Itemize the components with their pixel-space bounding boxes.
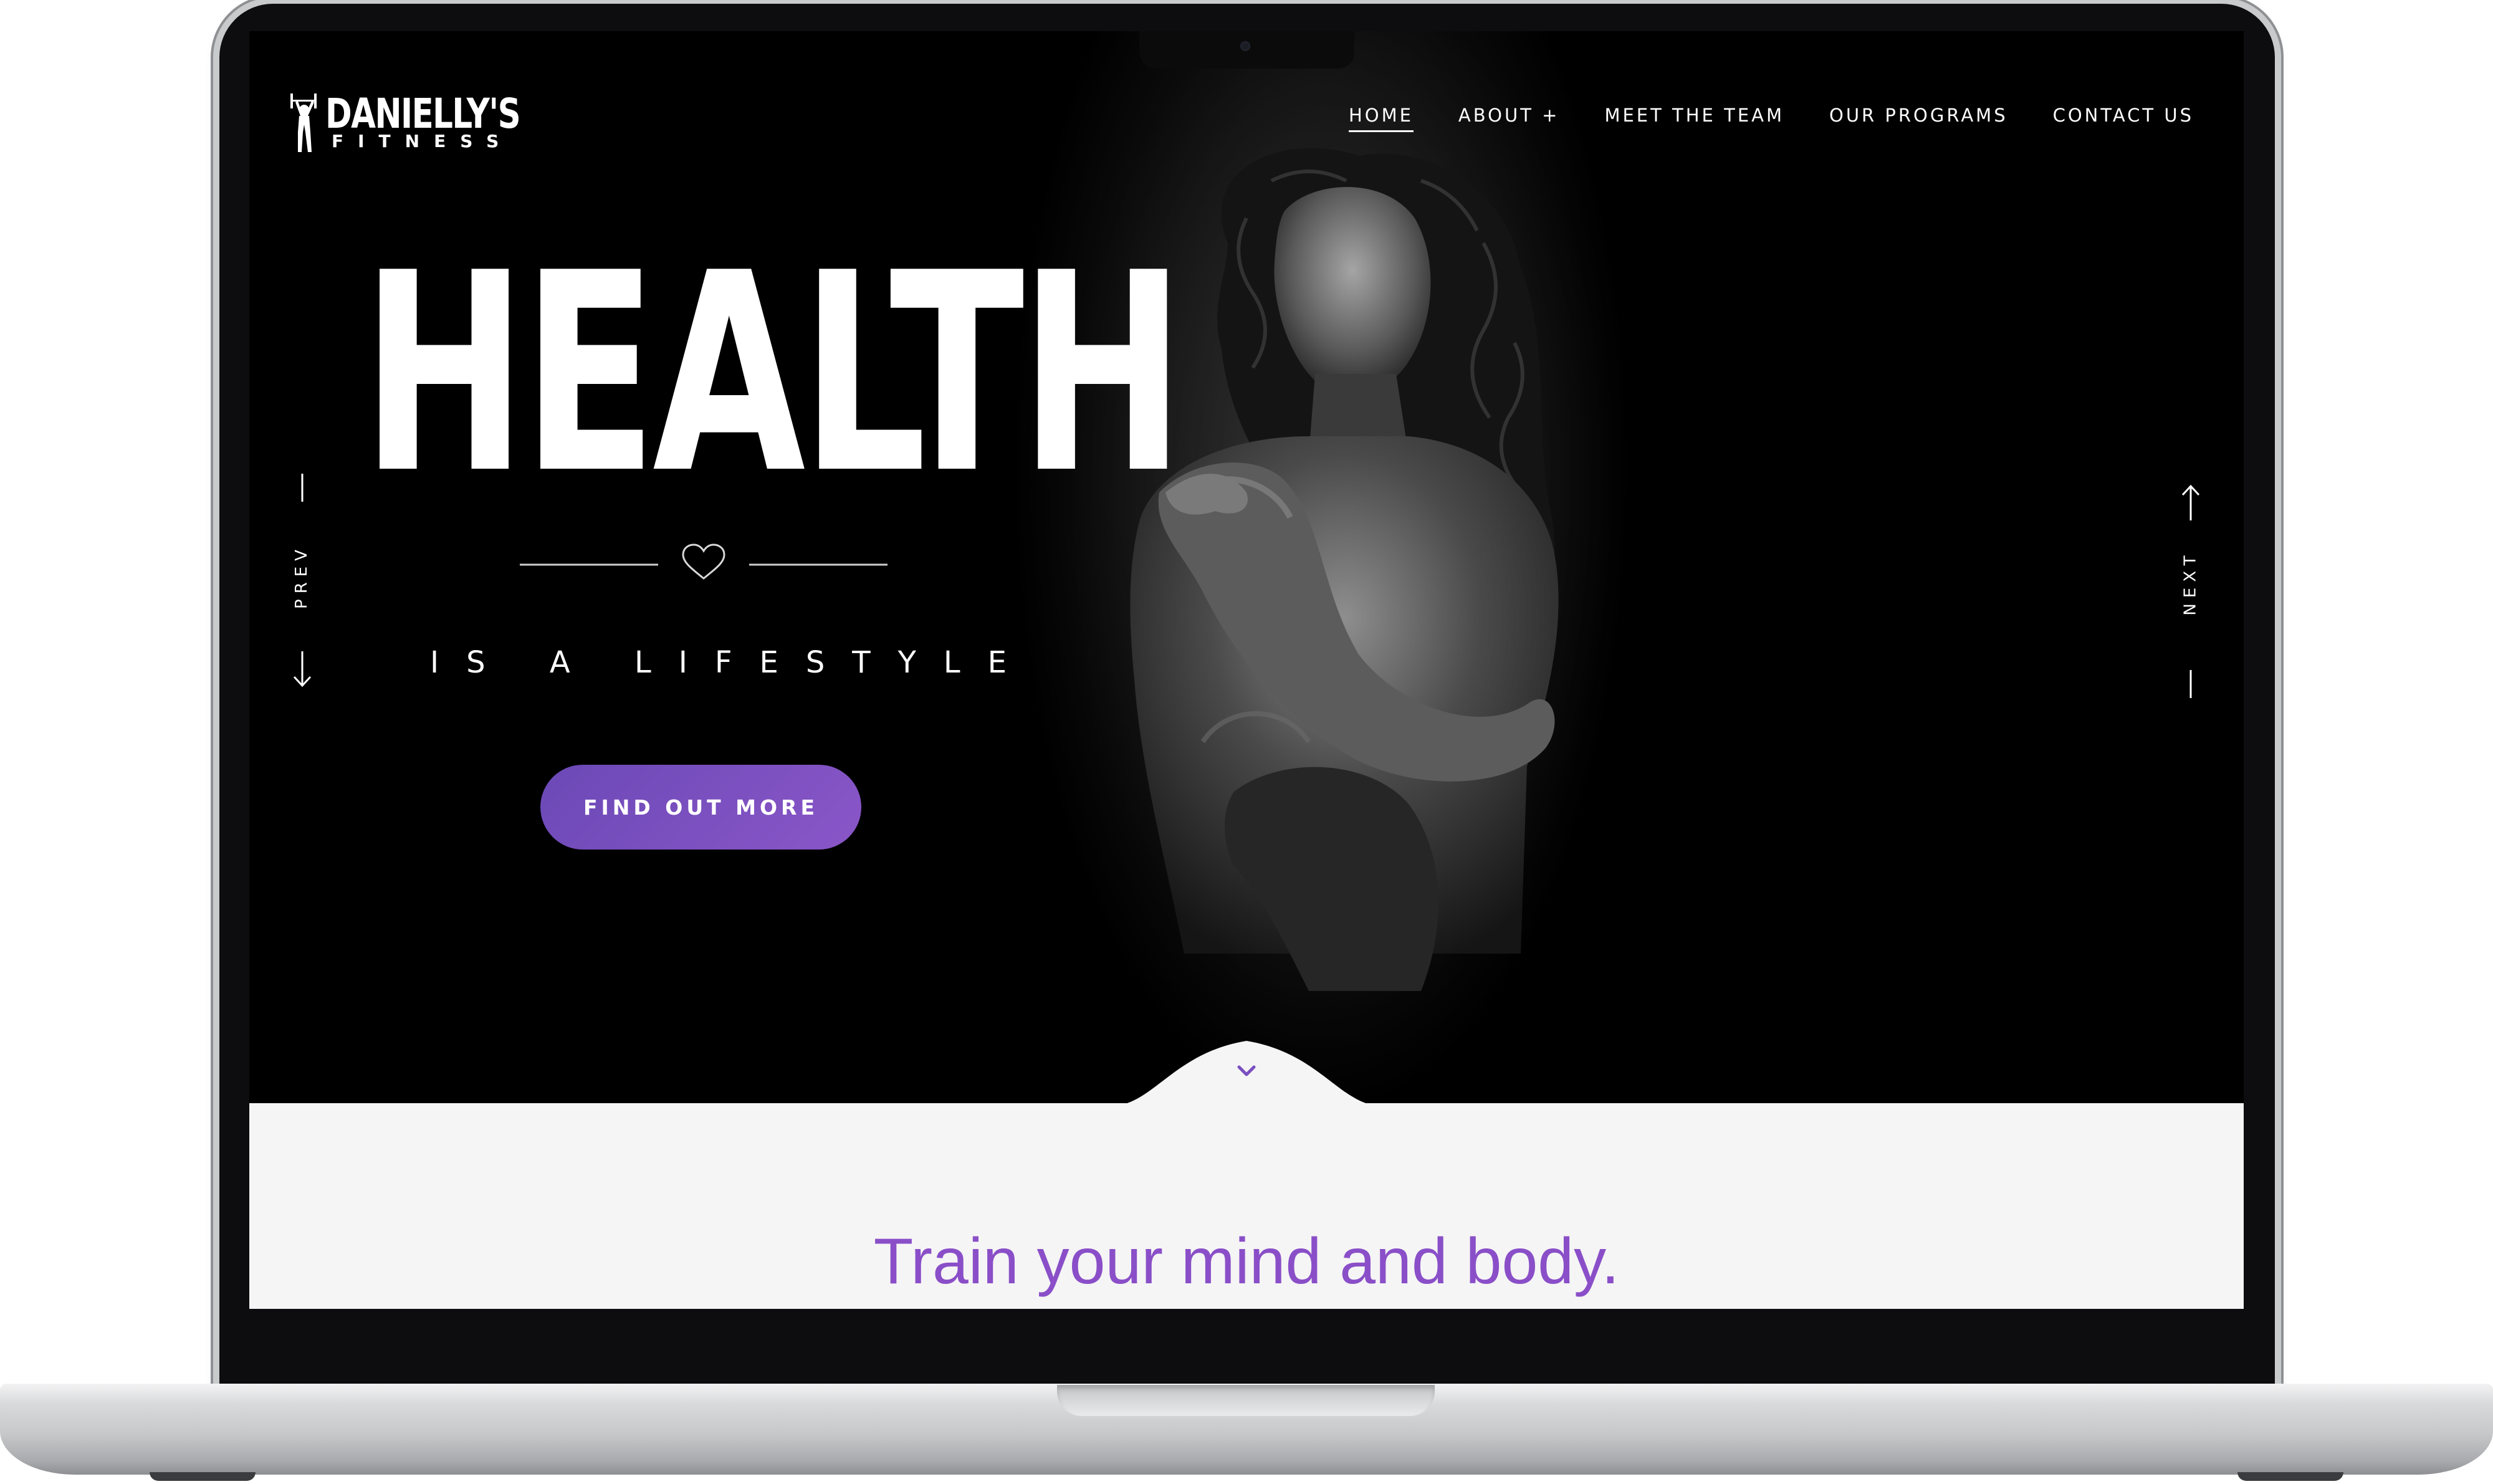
laptop-screen: DANIELLY'S FITNESS HOME ABOUT + MEET THE…	[249, 31, 2244, 1309]
nav-item-contact-us[interactable]: CONTACT US	[2053, 105, 2194, 132]
next-slide-control[interactable]: NEXT	[2175, 480, 2206, 704]
prev-label: PREV	[292, 544, 311, 609]
heart-outline-icon	[682, 543, 725, 580]
screen-bottom-bezel	[249, 1309, 2244, 1384]
laptop-foot-right	[2237, 1472, 2343, 1481]
arrow-up-icon	[2181, 484, 2200, 520]
next-label: NEXT	[2181, 550, 2200, 616]
nav-item-our-programs[interactable]: OUR PROGRAMS	[1829, 105, 2008, 132]
find-out-more-button[interactable]: FIND OUT MORE	[540, 765, 861, 850]
laptop-foot-left	[150, 1472, 256, 1481]
laptop-opening-notch	[1057, 1385, 1435, 1416]
hero-section: DANIELLY'S FITNESS HOME ABOUT + MEET THE…	[249, 31, 2244, 1103]
nav-item-about[interactable]: ABOUT +	[1458, 105, 1560, 132]
next-line-icon	[2189, 670, 2192, 698]
prev-slide-control[interactable]: PREV	[287, 467, 318, 692]
nav-item-home[interactable]: HOME	[1348, 105, 1414, 132]
main-nav: HOME ABOUT + MEET THE TEAM OUR PROGRAMS …	[1348, 105, 2194, 132]
arrow-down-icon	[293, 651, 312, 687]
chevron-down-icon[interactable]	[1234, 1060, 1259, 1082]
webcam-icon	[1240, 41, 1250, 51]
hero-headline: HEALTH	[361, 214, 1185, 534]
intro-title: Train your mind and body.	[873, 1225, 1620, 1298]
nav-item-meet-the-team[interactable]: MEET THE TEAM	[1604, 105, 1784, 132]
intro-section: Train your mind and body.	[249, 1103, 2244, 1309]
heart-divider	[520, 543, 888, 580]
hero-tagline: IS A LIFESTYLE	[430, 645, 1034, 680]
weightlifter-icon	[290, 93, 317, 152]
prev-line-icon	[301, 474, 304, 502]
site-logo[interactable]: DANIELLY'S FITNESS	[287, 87, 521, 156]
logo-subtitle: FITNESS	[332, 131, 514, 151]
